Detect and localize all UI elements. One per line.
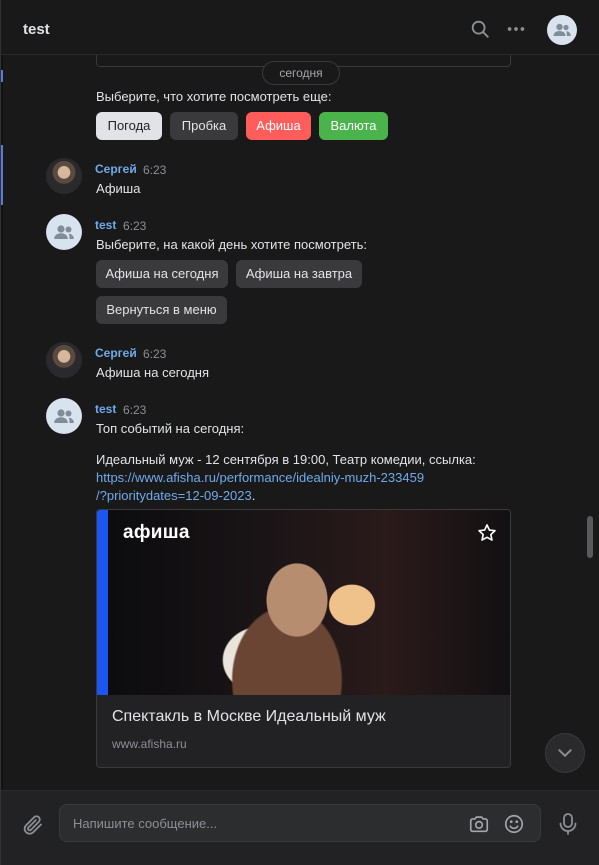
search-icon[interactable] (469, 18, 491, 40)
message-time: 6:23 (123, 219, 147, 233)
message-list: сегодня Выберите, что хотите посмотреть … (1, 55, 599, 790)
attach-icon[interactable] (21, 813, 45, 837)
message-composer (1, 790, 599, 865)
message-time: 6:23 (143, 347, 167, 361)
message-author[interactable]: test (95, 402, 116, 416)
emoji-icon[interactable] (503, 813, 525, 835)
keyboard-button-back-to-menu[interactable]: Вернуться в меню (96, 296, 227, 324)
message-text: Топ событий на сегодня: (96, 421, 245, 436)
keyboard-button-weather[interactable]: Погода (96, 112, 162, 140)
message-time: 6:23 (123, 403, 147, 417)
avatar[interactable] (46, 158, 82, 194)
brand-logo: афиша (123, 522, 190, 543)
keyboard-button-afisha-today[interactable]: Афиша на сегодня (96, 260, 228, 288)
camera-icon[interactable] (468, 813, 490, 835)
chat-title: test (23, 21, 50, 38)
chat-avatar-icon[interactable] (547, 15, 577, 45)
microphone-icon[interactable] (557, 812, 579, 836)
message-author[interactable]: test (95, 218, 116, 232)
keyboard-button-afisha[interactable]: Афиша (246, 112, 311, 140)
message-text: Афиша (96, 181, 141, 196)
message-author[interactable]: Сергей (95, 346, 137, 360)
avatar[interactable] (46, 214, 82, 250)
chat-header: test (1, 0, 599, 55)
message-text: Афиша на сегодня (96, 365, 210, 380)
message-input-wrapper[interactable] (59, 804, 541, 842)
preview-domain: www.afisha.ru (112, 737, 187, 751)
message-input[interactable] (73, 805, 453, 841)
message-text: Выберите, что хотите посмотреть еще: (96, 89, 332, 104)
star-icon[interactable] (476, 522, 498, 544)
scroll-down-icon[interactable] (545, 733, 585, 773)
message-text: Выберите, на какой день хотите посмотрет… (96, 237, 367, 252)
keyboard-button-currency[interactable]: Валюта (319, 112, 388, 140)
message-text: Идеальный муж - 12 сентября в 19:00, Теа… (96, 452, 476, 467)
date-separator: сегодня (262, 61, 340, 85)
message-author[interactable]: Сергей (95, 162, 137, 176)
brand-stripe (97, 510, 108, 695)
avatar[interactable] (46, 398, 82, 434)
scrollbar-thumb[interactable] (587, 516, 593, 558)
preview-title[interactable]: Спектакль в Москве Идеальный муж (112, 708, 386, 726)
link-preview-card[interactable]: афиша Спектакль в Москве Идеальный муж w… (96, 509, 511, 768)
keyboard-button-afisha-tomorrow[interactable]: Афиша на завтра (236, 260, 362, 288)
chat-window: test сегодня Выберите, что хотите посмот… (0, 0, 599, 865)
keyboard-button-traffic[interactable]: Пробка (170, 112, 238, 140)
message-time: 6:23 (143, 163, 167, 177)
avatar[interactable] (46, 342, 82, 378)
event-link[interactable]: https://www.afisha.ru/performance/idealn… (96, 470, 424, 485)
event-link[interactable]: /?prioritydates=12-09-2023 (96, 488, 252, 503)
more-icon[interactable] (505, 18, 527, 40)
link-trailing-period: . (251, 488, 256, 503)
